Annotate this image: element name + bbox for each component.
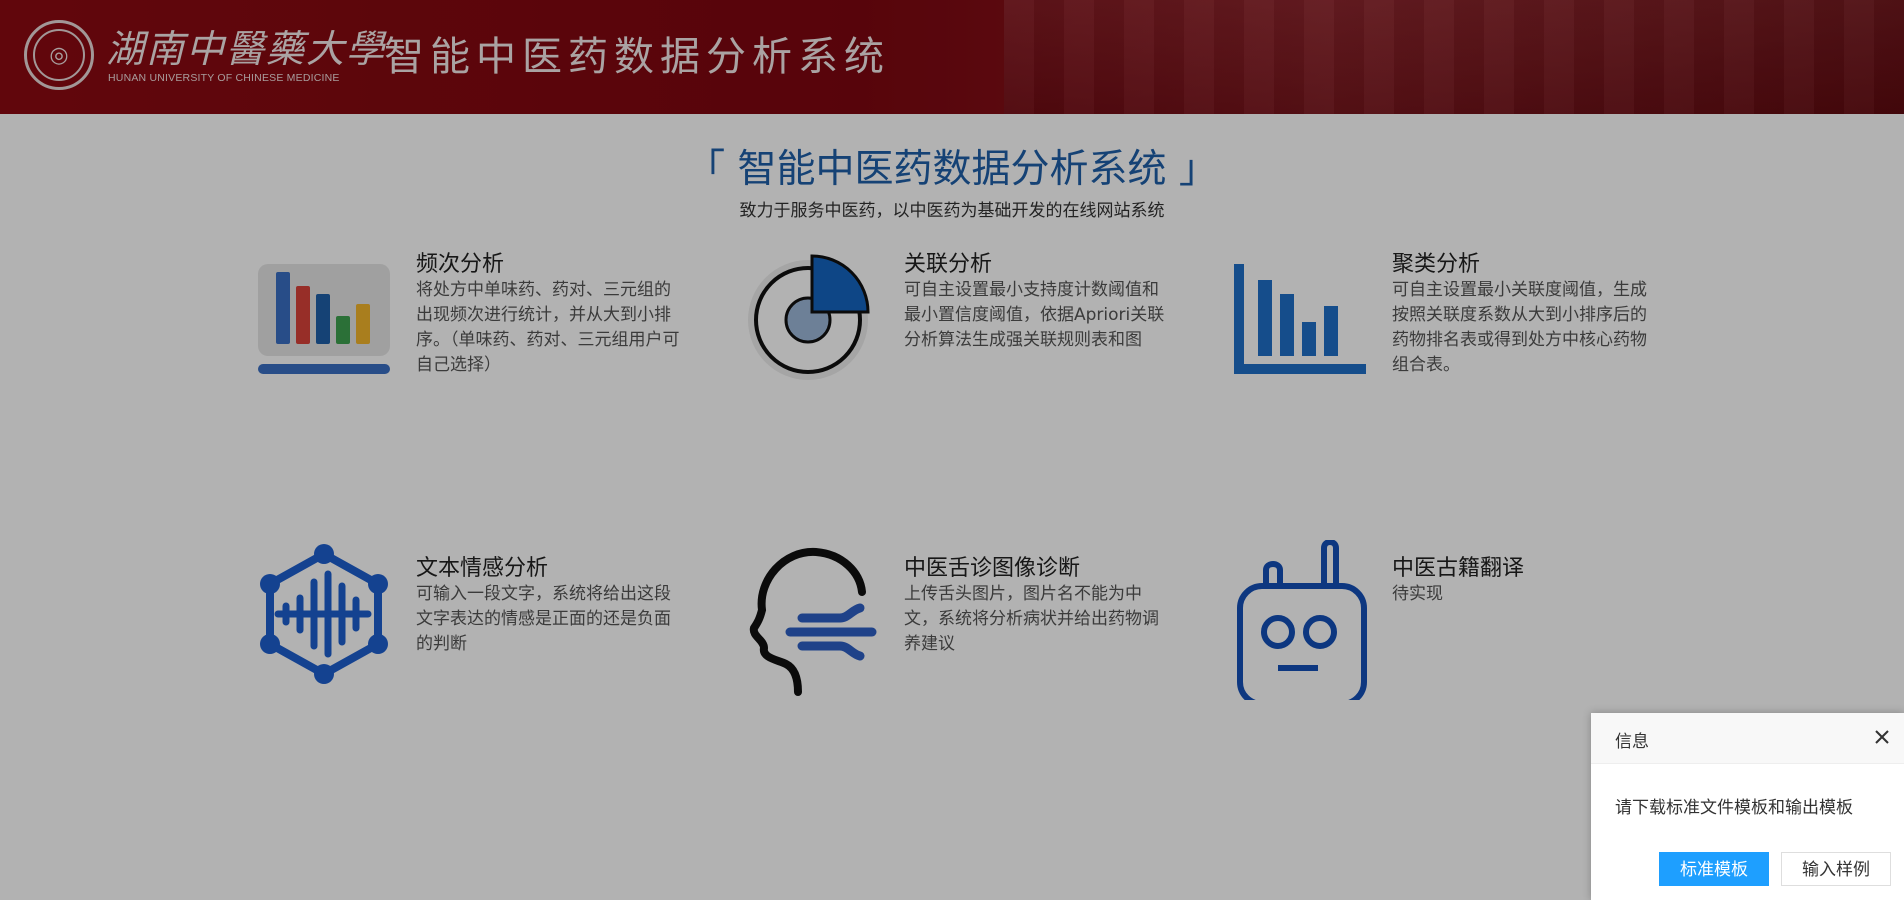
dialog-message: 请下载标准文件模板和输出模板 (1615, 798, 1853, 818)
input-sample-button[interactable]: 输入样例 (1781, 852, 1891, 886)
close-icon[interactable] (1872, 727, 1892, 747)
standard-template-button[interactable]: 标准模板 (1659, 852, 1769, 886)
dialog-title: 信息 (1615, 732, 1649, 752)
dialog-header: 信息 (1591, 713, 1904, 764)
info-dialog: 信息 请下载标准文件模板和输出模板 标准模板 输入样例 (1591, 713, 1904, 900)
